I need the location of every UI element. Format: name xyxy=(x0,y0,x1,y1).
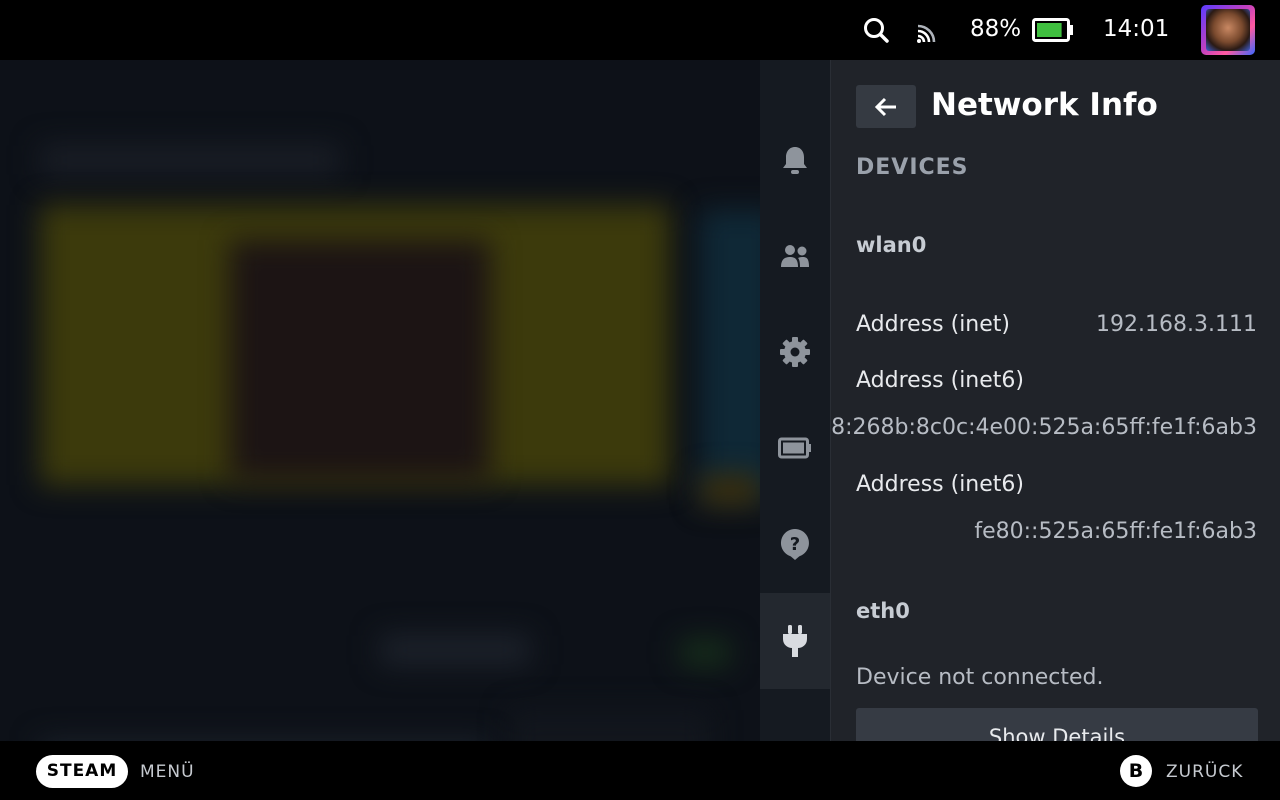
row-label-inet: Address (inet) xyxy=(856,312,1010,337)
back-label: ZURÜCK xyxy=(1166,762,1244,782)
battery-icon xyxy=(778,437,811,459)
clock: 14:01 xyxy=(1103,16,1170,42)
friends-icon xyxy=(781,245,809,267)
network-info-panel: Network Info DEVICES wlan0 Address (inet… xyxy=(830,60,1280,741)
search-icon[interactable] xyxy=(862,16,890,44)
svg-text:?: ? xyxy=(790,534,800,555)
gear-icon xyxy=(780,337,810,367)
battery-percent: 88% xyxy=(970,16,1022,42)
rail-settings[interactable] xyxy=(760,304,830,400)
background-library-blurred xyxy=(0,60,760,741)
device-name-eth0: eth0 xyxy=(856,599,910,623)
plug-icon xyxy=(783,625,807,657)
avatar[interactable] xyxy=(1201,5,1255,55)
rail-performance[interactable] xyxy=(760,400,830,496)
battery-icon xyxy=(1032,18,1073,42)
section-devices-heading: DEVICES xyxy=(856,155,969,180)
rail-network[interactable] xyxy=(760,593,830,689)
show-details-button[interactable]: Show Details xyxy=(856,708,1258,741)
cast-icon xyxy=(917,24,936,43)
row-label-inet6-global: Address (inet6) xyxy=(856,368,1024,393)
device-status: Device not connected. xyxy=(856,665,1104,690)
bottom-hint-bar: STEAM MENÜ B ZURÜCK xyxy=(0,741,1280,800)
steam-button[interactable]: STEAM xyxy=(36,755,128,788)
menu-label: MENÜ xyxy=(140,762,195,782)
device-name-wlan0: wlan0 xyxy=(856,233,927,257)
page-title: Network Info xyxy=(931,87,1158,123)
rail-friends[interactable] xyxy=(760,208,830,304)
quick-access-rail: ? xyxy=(760,60,830,741)
rail-help[interactable]: ? xyxy=(760,496,830,592)
rail-notifications[interactable] xyxy=(760,112,830,208)
row-value-inet6-global: 2a02:8108:268b:8c0c:4e00:525a:65ff:fe1f:… xyxy=(831,415,1257,440)
back-button[interactable] xyxy=(856,85,916,128)
row-label-inet6-link: Address (inet6) xyxy=(856,472,1024,497)
row-value-inet6-link: fe80::525a:65ff:fe1f:6ab3 xyxy=(974,519,1257,544)
arrow-left-icon xyxy=(874,97,896,116)
b-button-icon[interactable]: B xyxy=(1120,755,1152,787)
top-status-bar: 88% 14:01 xyxy=(0,0,1280,60)
help-icon: ? xyxy=(780,529,809,560)
bell-icon xyxy=(783,147,807,174)
show-details-label: Show Details xyxy=(988,725,1126,741)
row-value-inet: 192.168.3.111 xyxy=(1096,312,1257,337)
